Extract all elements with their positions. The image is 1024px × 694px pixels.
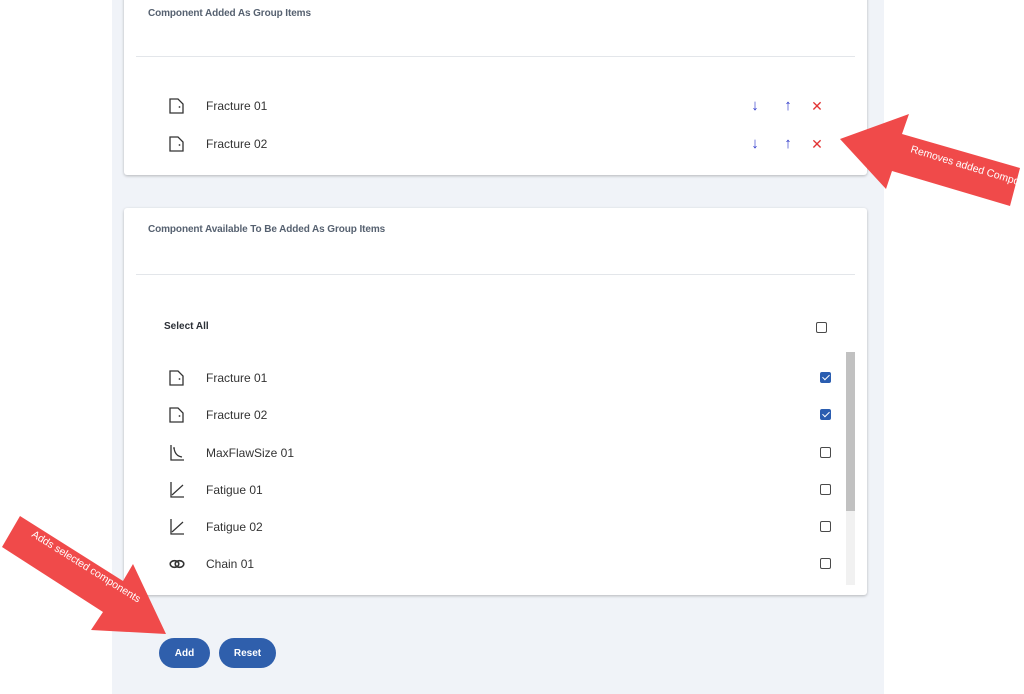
remove-icon[interactable]: ✕ (808, 134, 826, 154)
svg-text:Removes added Components: Removes added Components (909, 143, 1024, 195)
chain-icon (167, 554, 187, 574)
added-panel-title: Component Added As Group Items (148, 8, 311, 19)
added-item-row: Fracture 02 ↓ ↑ ✕ (124, 132, 867, 156)
move-down-icon[interactable]: ↓ (746, 96, 764, 116)
move-up-icon[interactable]: ↑ (779, 96, 797, 116)
fracture-icon (167, 368, 187, 388)
scrollbar-thumb[interactable] (846, 352, 855, 511)
available-item-label: Fatigue 01 (206, 483, 263, 497)
removes-annotation-text: Removes added Components (909, 143, 1024, 195)
available-item-row: Fracture 01 (124, 366, 867, 390)
available-item-label: MaxFlawSize 01 (206, 446, 295, 460)
fracture-icon (167, 405, 187, 425)
available-item-row: Fatigue 01 (124, 478, 867, 502)
divider (136, 274, 855, 275)
available-item-row: Fatigue 02 (124, 515, 867, 539)
item-checkbox[interactable] (820, 409, 831, 420)
select-all-checkbox[interactable] (816, 322, 827, 333)
list-scrollbar[interactable] (846, 352, 855, 585)
available-item-label: Fracture 02 (206, 408, 268, 422)
added-item-row: Fracture 01 ↓ ↑ ✕ (124, 94, 867, 118)
remove-icon[interactable]: ✕ (808, 96, 826, 116)
select-all-label: Select All (164, 321, 209, 332)
available-item-label: Chain 01 (206, 557, 255, 571)
available-item-row: Chain 01 (124, 552, 867, 576)
reset-button[interactable]: Reset (219, 638, 276, 668)
fatigue-icon (167, 517, 187, 537)
fracture-icon (167, 134, 187, 154)
move-up-icon[interactable]: ↑ (779, 134, 797, 154)
available-item-label: Fracture 01 (206, 371, 268, 385)
add-button[interactable]: Add (159, 638, 210, 668)
item-checkbox[interactable] (820, 521, 831, 532)
available-item-row: Fracture 02 (124, 403, 867, 427)
fracture-icon (167, 96, 187, 116)
max-flaw-size-icon (167, 443, 187, 463)
added-item-label: Fracture 02 (206, 137, 268, 151)
fatigue-icon (167, 480, 187, 500)
item-checkbox[interactable] (820, 558, 831, 569)
item-checkbox[interactable] (820, 447, 831, 458)
divider (136, 56, 855, 57)
available-panel-title: Component Available To Be Added As Group… (148, 224, 386, 235)
available-item-label: Fatigue 02 (206, 520, 263, 534)
move-down-icon[interactable]: ↓ (746, 134, 764, 154)
added-components-panel: Component Added As Group Items Fracture … (124, 0, 867, 175)
item-checkbox[interactable] (820, 484, 831, 495)
item-checkbox[interactable] (820, 372, 831, 383)
available-components-panel: Component Available To Be Added As Group… (124, 208, 867, 595)
available-item-row: MaxFlawSize 01 (124, 441, 867, 465)
added-item-label: Fracture 01 (206, 99, 268, 113)
